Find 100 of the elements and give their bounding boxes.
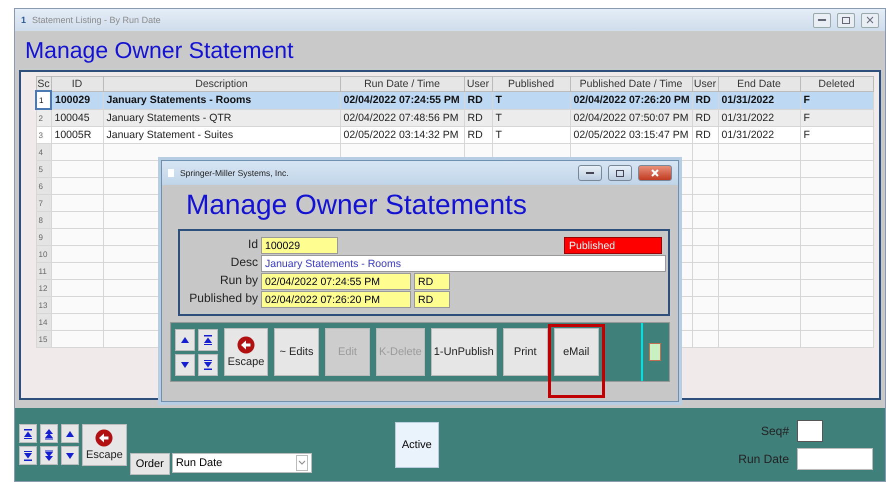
- window-title: Statement Listing - By Run Date: [32, 15, 161, 25]
- close-button[interactable]: [861, 12, 879, 28]
- table-cell: RD: [692, 126, 718, 144]
- table-cell: 01/31/2022: [718, 126, 800, 144]
- down-button[interactable]: [175, 354, 195, 376]
- bottom-arrow-icon: [22, 450, 34, 462]
- table-cell: 100045: [51, 109, 103, 126]
- desc-label: Desc: [230, 255, 258, 271]
- table-cell: F: [800, 126, 873, 144]
- run-date-field[interactable]: [797, 448, 873, 470]
- column-header[interactable]: Sc: [36, 76, 51, 91]
- last-button[interactable]: [19, 446, 37, 465]
- table-cell: 02/05/2022 03:15:47 PM: [570, 126, 692, 144]
- published-date-field[interactable]: 02/04/2022 07:26:20 PM: [261, 291, 411, 308]
- escape-button[interactable]: Escape: [82, 424, 127, 466]
- table-cell: 01/31/2022: [718, 91, 800, 109]
- table-cell: January Statement - Suites: [103, 126, 340, 144]
- dialog-heading: Manage Owner Statements: [185, 188, 528, 222]
- toolbar-button[interactable]: ~ Edits: [274, 328, 319, 376]
- table-cell: 10005R: [51, 126, 103, 144]
- top-arrow-icon: [202, 334, 214, 346]
- window-icon: 1: [21, 15, 26, 25]
- maximize-button[interactable]: [837, 12, 855, 28]
- table-cell: T: [492, 109, 570, 126]
- toolbar-button[interactable]: Print: [502, 328, 548, 376]
- row-number: 5: [36, 160, 51, 178]
- minimize-button[interactable]: [813, 12, 831, 28]
- app-icon: [168, 169, 174, 177]
- row-number: 11: [36, 262, 51, 280]
- up-button[interactable]: [61, 424, 79, 443]
- row-number: 8: [36, 212, 51, 228]
- run-by-label: Run by: [218, 273, 258, 289]
- toolbar-button[interactable]: 1-UnPublish: [430, 328, 497, 376]
- column-header[interactable]: End Date: [718, 76, 800, 91]
- published-user-field[interactable]: RD: [414, 291, 450, 308]
- minimize-icon: [818, 18, 826, 22]
- table-cell: 100029: [51, 91, 103, 109]
- close-icon: [651, 169, 659, 177]
- table-cell: 02/04/2022 07:48:56 PM: [340, 109, 464, 126]
- maximize-button[interactable]: [608, 165, 632, 181]
- column-header[interactable]: User: [692, 76, 718, 91]
- run-date-label: Run Date: [738, 452, 789, 466]
- order-button[interactable]: Order: [130, 453, 170, 475]
- order-dropdown[interactable]: Run Date: [172, 453, 312, 473]
- row-number: 14: [36, 314, 51, 330]
- published-by-label: Published by: [188, 291, 258, 307]
- minimize-button[interactable]: [578, 165, 602, 181]
- up-button[interactable]: [175, 328, 195, 350]
- table-cell: T: [492, 126, 570, 144]
- close-icon: [866, 16, 874, 24]
- table-cell: 02/04/2022 07:26:20 PM: [570, 91, 692, 109]
- caret-icon: [296, 455, 308, 471]
- row-number: 2: [36, 109, 51, 126]
- last-button[interactable]: [198, 354, 218, 376]
- table-cell: January Statements - QTR: [103, 109, 340, 126]
- row-number: 10: [36, 246, 51, 262]
- id-field[interactable]: 100029: [261, 237, 338, 254]
- row-number: 13: [36, 296, 51, 314]
- bottom-arrow-icon: [43, 450, 55, 462]
- row-number: 12: [36, 280, 51, 296]
- row-number: 6: [36, 178, 51, 194]
- id-label: Id: [246, 237, 258, 253]
- row-number: 15: [36, 330, 51, 348]
- table-cell: F: [800, 109, 873, 126]
- first-button[interactable]: [19, 424, 37, 443]
- active-button[interactable]: Active: [394, 422, 439, 468]
- table-cell: T: [492, 91, 570, 109]
- first-button[interactable]: [198, 328, 218, 350]
- row-number: 9: [36, 228, 51, 246]
- status-box: [649, 343, 661, 361]
- table-cell: F: [800, 91, 873, 109]
- maximize-icon: [842, 16, 850, 24]
- table-cell: 02/05/2022 03:14:32 PM: [340, 126, 464, 144]
- page-up-button[interactable]: [40, 424, 58, 443]
- table-cell: RD: [692, 91, 718, 109]
- escape-button[interactable]: Escape: [224, 328, 268, 376]
- column-header[interactable]: Published Date / Time: [570, 76, 692, 91]
- column-header[interactable]: Description: [103, 76, 340, 91]
- maximize-icon: [616, 170, 624, 176]
- column-header[interactable]: ID: [51, 76, 103, 91]
- minimize-icon: [586, 172, 594, 174]
- desc-field[interactable]: January Statements - Rooms: [261, 255, 666, 272]
- seq-field[interactable]: [797, 420, 823, 442]
- down-button[interactable]: [61, 446, 79, 465]
- table-cell: 02/04/2022 07:50:07 PM: [570, 109, 692, 126]
- row-number: 1: [36, 91, 51, 109]
- column-header[interactable]: User: [464, 76, 492, 91]
- seq-label: Seq#: [760, 424, 789, 438]
- column-header[interactable]: Published: [492, 76, 570, 91]
- status-badge: Published: [564, 237, 662, 254]
- run-user-field[interactable]: RD: [414, 273, 450, 290]
- table-cell: January Statements - Rooms: [103, 91, 340, 109]
- toolbar-button[interactable]: eMail: [554, 328, 599, 376]
- column-header[interactable]: Run Date / Time: [340, 76, 464, 91]
- run-date-field[interactable]: 02/04/2022 07:24:55 PM: [261, 273, 411, 290]
- table-cell: RD: [464, 91, 492, 109]
- close-button[interactable]: [638, 165, 672, 181]
- column-header[interactable]: Deleted: [800, 76, 873, 91]
- table-cell: 01/31/2022: [718, 109, 800, 126]
- page-down-button[interactable]: [40, 446, 58, 465]
